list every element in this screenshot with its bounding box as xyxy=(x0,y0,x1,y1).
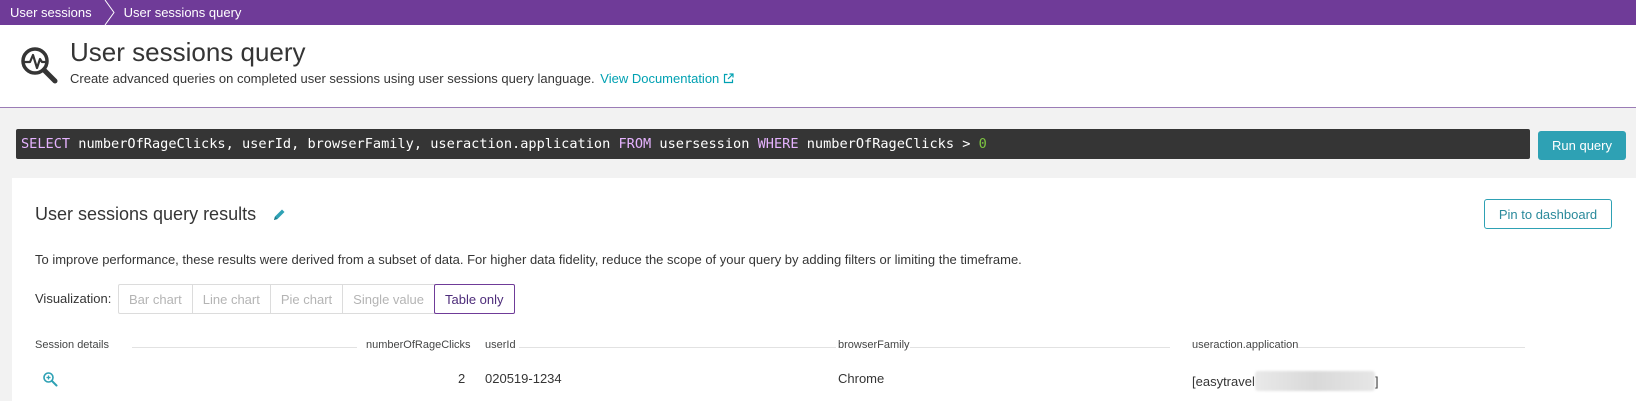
page-header: User sessions query Create advanced quer… xyxy=(0,25,1636,108)
session-query-icon xyxy=(21,47,58,84)
cell-application: [easytravel] xyxy=(1192,371,1379,391)
cell-application-suffix: ] xyxy=(1374,374,1379,389)
column-header-user-id[interactable]: userId xyxy=(485,339,516,351)
query-token-keyword: FROM xyxy=(618,136,652,152)
column-header-session-details: Session details xyxy=(35,339,109,351)
page-title: User sessions query xyxy=(70,37,306,67)
zoom-in-icon[interactable] xyxy=(42,371,58,387)
view-documentation-link[interactable]: View Documentation xyxy=(600,71,734,86)
visualization-toggle: Bar chart Line chart Pie chart Single va… xyxy=(118,284,515,314)
query-input[interactable]: SELECT numberOfRageClicks, userId, brows… xyxy=(16,129,1530,159)
page-subtitle: Create advanced queries on completed use… xyxy=(70,71,734,86)
breadcrumb-item-user-sessions[interactable]: User sessions xyxy=(0,0,104,25)
query-token-plain: numberOfRageClicks > xyxy=(798,136,979,152)
query-token-plain: usersession xyxy=(651,136,758,152)
breadcrumb-separator-icon xyxy=(104,0,115,25)
view-documentation-label: View Documentation xyxy=(600,71,720,86)
run-query-button[interactable]: Run query xyxy=(1538,131,1626,160)
cell-application-prefix: [easytravel xyxy=(1192,374,1255,389)
viz-single-value-button[interactable]: Single value xyxy=(342,284,435,314)
visualization-label: Visualization: xyxy=(35,291,112,306)
external-link-icon xyxy=(724,73,734,84)
pencil-icon[interactable] xyxy=(271,207,287,223)
cell-browser-family: Chrome xyxy=(838,371,885,386)
cell-rage-clicks: 2 xyxy=(458,371,466,386)
viz-line-chart-button[interactable]: Line chart xyxy=(191,284,271,314)
column-header-browser-family[interactable]: browserFamily xyxy=(838,339,910,351)
viz-pie-chart-button[interactable]: Pie chart xyxy=(269,284,344,314)
results-title: User sessions query results xyxy=(35,204,257,224)
column-header-application[interactable]: useraction.application xyxy=(1192,339,1299,351)
pin-to-dashboard-button[interactable]: Pin to dashboard xyxy=(1484,199,1612,229)
performance-note: To improve performance, these results we… xyxy=(35,252,1022,267)
redacted-text xyxy=(1254,371,1375,391)
breadcrumb: User sessions User sessions query xyxy=(0,0,1636,25)
query-token-keyword: WHERE xyxy=(757,136,799,152)
cell-user-id: 020519-1234 xyxy=(485,371,562,386)
column-divider xyxy=(1285,347,1525,348)
viz-table-only-button[interactable]: Table only xyxy=(433,284,515,314)
column-divider xyxy=(519,347,836,348)
results-panel: User sessions query results Pin to dashb… xyxy=(12,178,1636,401)
column-divider xyxy=(132,347,357,348)
query-token-plain: numberOfRageClicks, userId, browserFamil… xyxy=(70,136,619,152)
query-token-keyword: SELECT xyxy=(21,136,71,152)
viz-bar-chart-button[interactable]: Bar chart xyxy=(118,284,193,314)
query-token-number: 0 xyxy=(978,136,987,152)
column-divider xyxy=(886,347,1170,348)
column-header-rage-clicks[interactable]: numberOfRageClicks xyxy=(366,339,471,351)
breadcrumb-item-current: User sessions query xyxy=(123,5,242,20)
page-description: Create advanced queries on completed use… xyxy=(70,71,595,86)
